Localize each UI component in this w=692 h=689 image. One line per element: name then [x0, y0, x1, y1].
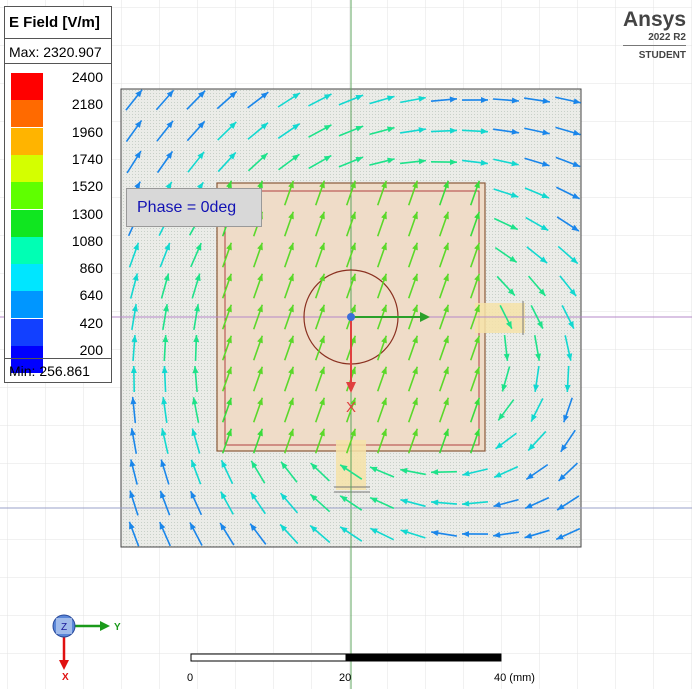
- origin-marker: [347, 313, 355, 321]
- feed-line-right: [475, 303, 525, 333]
- legend-tick: 2400: [71, 69, 103, 85]
- legend-tick: 1740: [71, 150, 103, 167]
- legend-swatch: [11, 291, 43, 319]
- legend-tick: 200: [79, 342, 103, 358]
- triad-z-label: Z: [61, 622, 67, 633]
- legend-swatch: [11, 209, 43, 237]
- legend-tick: 420: [79, 314, 103, 331]
- legend-tick: 1080: [71, 232, 103, 249]
- legend-tick: 860: [79, 260, 103, 277]
- brand-edition: STUDENT: [638, 50, 686, 61]
- legend-swatch: [11, 182, 43, 210]
- legend-tick: 640: [79, 287, 103, 304]
- legend-tick: 2180: [71, 96, 103, 113]
- legend-swatch: [11, 100, 43, 128]
- phase-annotation[interactable]: Phase = 0deg: [126, 188, 262, 227]
- port-x-label: X: [346, 399, 356, 416]
- legend-tick: 1300: [71, 205, 103, 222]
- scale-label-40: 40 (mm): [494, 672, 535, 684]
- legend-swatch: [11, 264, 43, 292]
- legend-tick: 1960: [71, 123, 103, 140]
- color-legend[interactable]: E Field [V/m] Max: 2320.907 2400 2180 1960…: [4, 6, 112, 383]
- legend-swatch: [11, 154, 43, 182]
- legend-min: Min: 256.861: [5, 358, 111, 382]
- legend-swatch: [11, 236, 43, 264]
- brand-name: Ansys: [622, 8, 686, 31]
- legend-swatch: [11, 73, 43, 100]
- legend-tick: 1520: [71, 178, 103, 195]
- scale-label-20: 20: [339, 672, 352, 684]
- ansys-logo: Ansys 2022 R2 STUDENT: [622, 8, 686, 61]
- phase-label: Phase = 0deg: [137, 199, 237, 216]
- triad-y-label: Y: [114, 622, 121, 633]
- legend-swatch: [11, 127, 43, 155]
- triad-x-label: X: [62, 672, 69, 683]
- scale-label-0: 0: [187, 672, 194, 684]
- legend-max: Max: 2320.907: [5, 40, 111, 64]
- legend-title: E Field [V/m]: [5, 7, 111, 39]
- legend-swatch: [11, 318, 43, 346]
- scale-bar: [190, 653, 502, 662]
- brand-version: 2022 R2: [622, 32, 686, 46]
